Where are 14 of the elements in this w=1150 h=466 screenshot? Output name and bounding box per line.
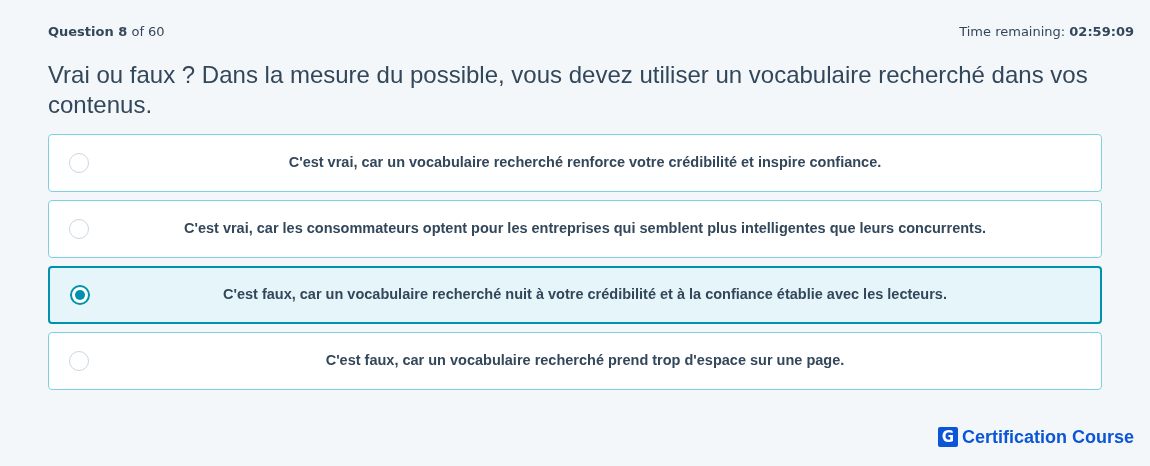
option-label: C'est faux, car un vocabulaire recherché prend trop d'espace sur une page. (324, 350, 846, 370)
time-remaining: Time remaining: 02:59:09 (959, 23, 1134, 41)
logo-icon: G (937, 427, 958, 447)
option-label: C'est vrai, car un vocabulaire recherché renforce votre crédibilité et inspire confiance. (287, 152, 883, 172)
brand-name: Certification Course (961, 425, 1134, 449)
answer-option[interactable]: C'est vrai, car un vocabulaire recherché renforce votre crédibilité et inspire confiance. (48, 133, 1102, 192)
question-text: Vrai ou faux ? Dans la mesure du possible, vous devez utiliser un vocabulaire recherché dans vos contenus. (48, 59, 1089, 120)
option-label: C'est vrai, car les consommateurs optent pour les entreprises qui semblent plus intelligentes que leurs concurrents. (183, 218, 987, 238)
answer-option[interactable]: C'est faux, car un vocabulaire recherché nuit à votre crédibilité et à la confiance établie avec les lecteurs. (48, 265, 1102, 324)
radio-button[interactable] (70, 284, 90, 305)
answer-option[interactable]: C'est vrai, car les consommateurs optent pour les entreprises qui semblent plus intelligentes que leurs concurrents. (48, 199, 1102, 258)
question-counter: Question 8 of 60 (48, 23, 165, 41)
option-label: C'est faux, car un vocabulaire recherché nuit à votre crédibilité et à la confiance établie avec les lecteurs. (222, 284, 948, 304)
answer-option[interactable]: C'est faux, car un vocabulaire recherché prend trop d'espace sur une page. (48, 331, 1102, 390)
